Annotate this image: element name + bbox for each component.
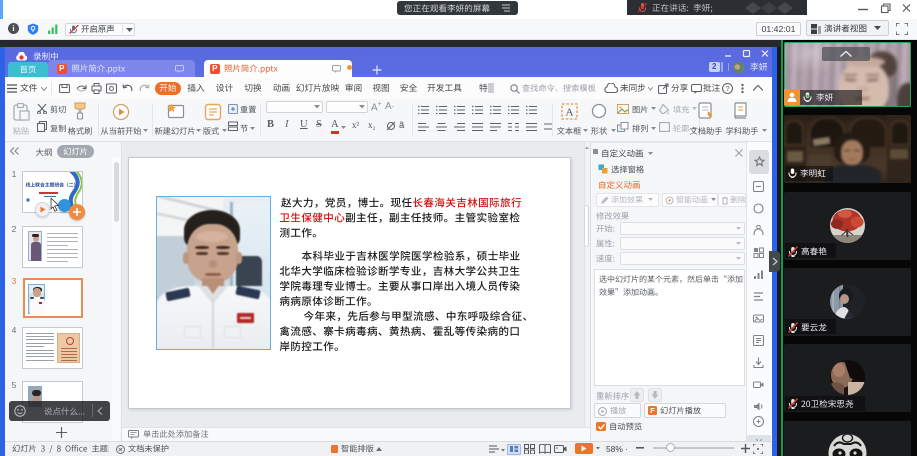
svg-text:?: ? xyxy=(725,84,729,93)
svg-text:A: A xyxy=(566,106,574,118)
